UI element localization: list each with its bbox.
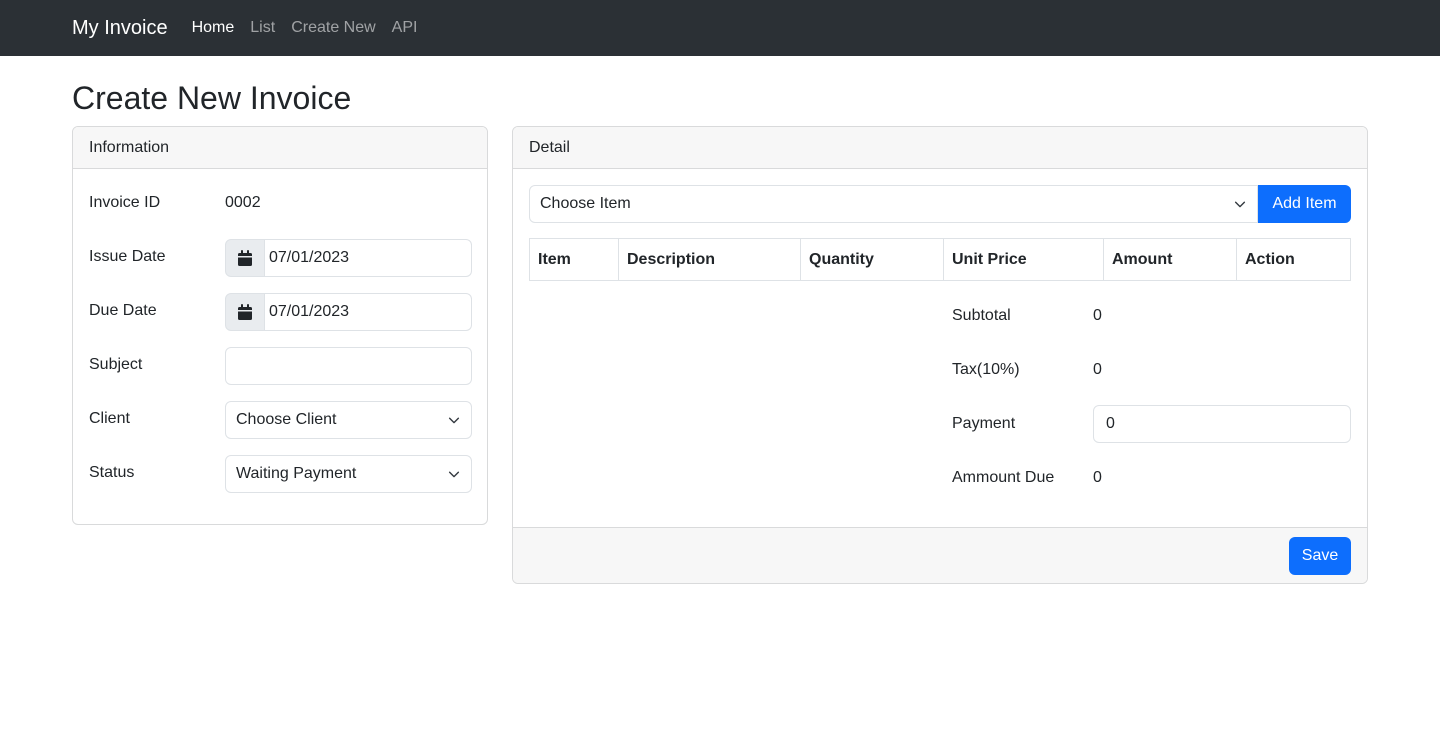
navbar: My Invoice Home List Create New API	[0, 0, 1440, 56]
amount-due-label: Ammount Due	[952, 469, 1055, 486]
chevron-down-icon	[448, 471, 460, 478]
subject-label: Subject	[89, 356, 143, 373]
navbar-brand[interactable]: My Invoice	[72, 17, 168, 40]
tax-label: Tax(10%)	[952, 361, 1020, 378]
payment-input[interactable]: 0	[1093, 405, 1351, 443]
due-date-label: Due Date	[89, 302, 157, 319]
information-card-header: Information	[73, 127, 487, 169]
status-select[interactable]: Waiting Payment	[225, 455, 472, 493]
issue-date-label: Issue Date	[89, 248, 166, 265]
save-button[interactable]: Save	[1289, 537, 1351, 575]
nav-link-list[interactable]: List	[250, 19, 275, 37]
client-select-value: Choose Client	[236, 411, 337, 428]
due-date-input[interactable]: 07/01/2023	[265, 293, 472, 331]
column-header-action[interactable]: Action	[1236, 238, 1351, 281]
issue-date-input[interactable]: 07/01/2023	[265, 239, 472, 277]
column-header-amount[interactable]: Amount	[1103, 238, 1237, 281]
subtotal-label: Subtotal	[952, 307, 1011, 324]
calendar-icon	[225, 293, 265, 331]
subtotal-value: 0	[1093, 307, 1102, 324]
item-select-value: Choose Item	[540, 195, 631, 212]
client-select[interactable]: Choose Client	[225, 401, 472, 439]
column-header-item[interactable]: Item	[529, 238, 619, 281]
add-item-button[interactable]: Add Item	[1258, 185, 1351, 223]
invoice-id-value: 0002	[225, 194, 261, 211]
table-header-row: Item Description Quantity Unit Price Amo…	[529, 238, 1351, 281]
nav-link-api[interactable]: API	[392, 19, 418, 37]
status-select-value: Waiting Payment	[236, 465, 357, 482]
detail-card-footer: Save	[513, 527, 1367, 583]
calendar-icon	[225, 239, 265, 277]
invoice-id-label: Invoice ID	[89, 194, 161, 211]
tax-value: 0	[1093, 361, 1102, 378]
due-date-group: 07/01/2023	[225, 293, 472, 331]
client-label: Client	[89, 410, 130, 427]
chevron-down-icon	[448, 417, 460, 424]
nav-link-home[interactable]: Home	[192, 19, 235, 37]
nav-link-create-new[interactable]: Create New	[291, 19, 375, 37]
subject-input[interactable]	[225, 347, 472, 385]
item-select[interactable]: Choose Item	[529, 185, 1258, 223]
chevron-down-icon	[1234, 201, 1246, 208]
page-title: Create New Invoice	[72, 80, 352, 116]
column-header-quantity[interactable]: Quantity	[800, 238, 944, 281]
information-card: Information Invoice ID 0002 Issue Date 0…	[72, 126, 488, 525]
status-label: Status	[89, 464, 135, 481]
detail-card: Detail Choose Item Add Item Item Descrip…	[512, 126, 1368, 584]
detail-card-header: Detail	[513, 127, 1367, 169]
payment-label: Payment	[952, 415, 1016, 432]
issue-date-group: 07/01/2023	[225, 239, 472, 277]
items-table: Item Description Quantity Unit Price Amo…	[529, 238, 1351, 281]
column-header-description[interactable]: Description	[618, 238, 801, 281]
amount-due-value: 0	[1093, 469, 1102, 486]
column-header-unit-price[interactable]: Unit Price	[943, 238, 1104, 281]
